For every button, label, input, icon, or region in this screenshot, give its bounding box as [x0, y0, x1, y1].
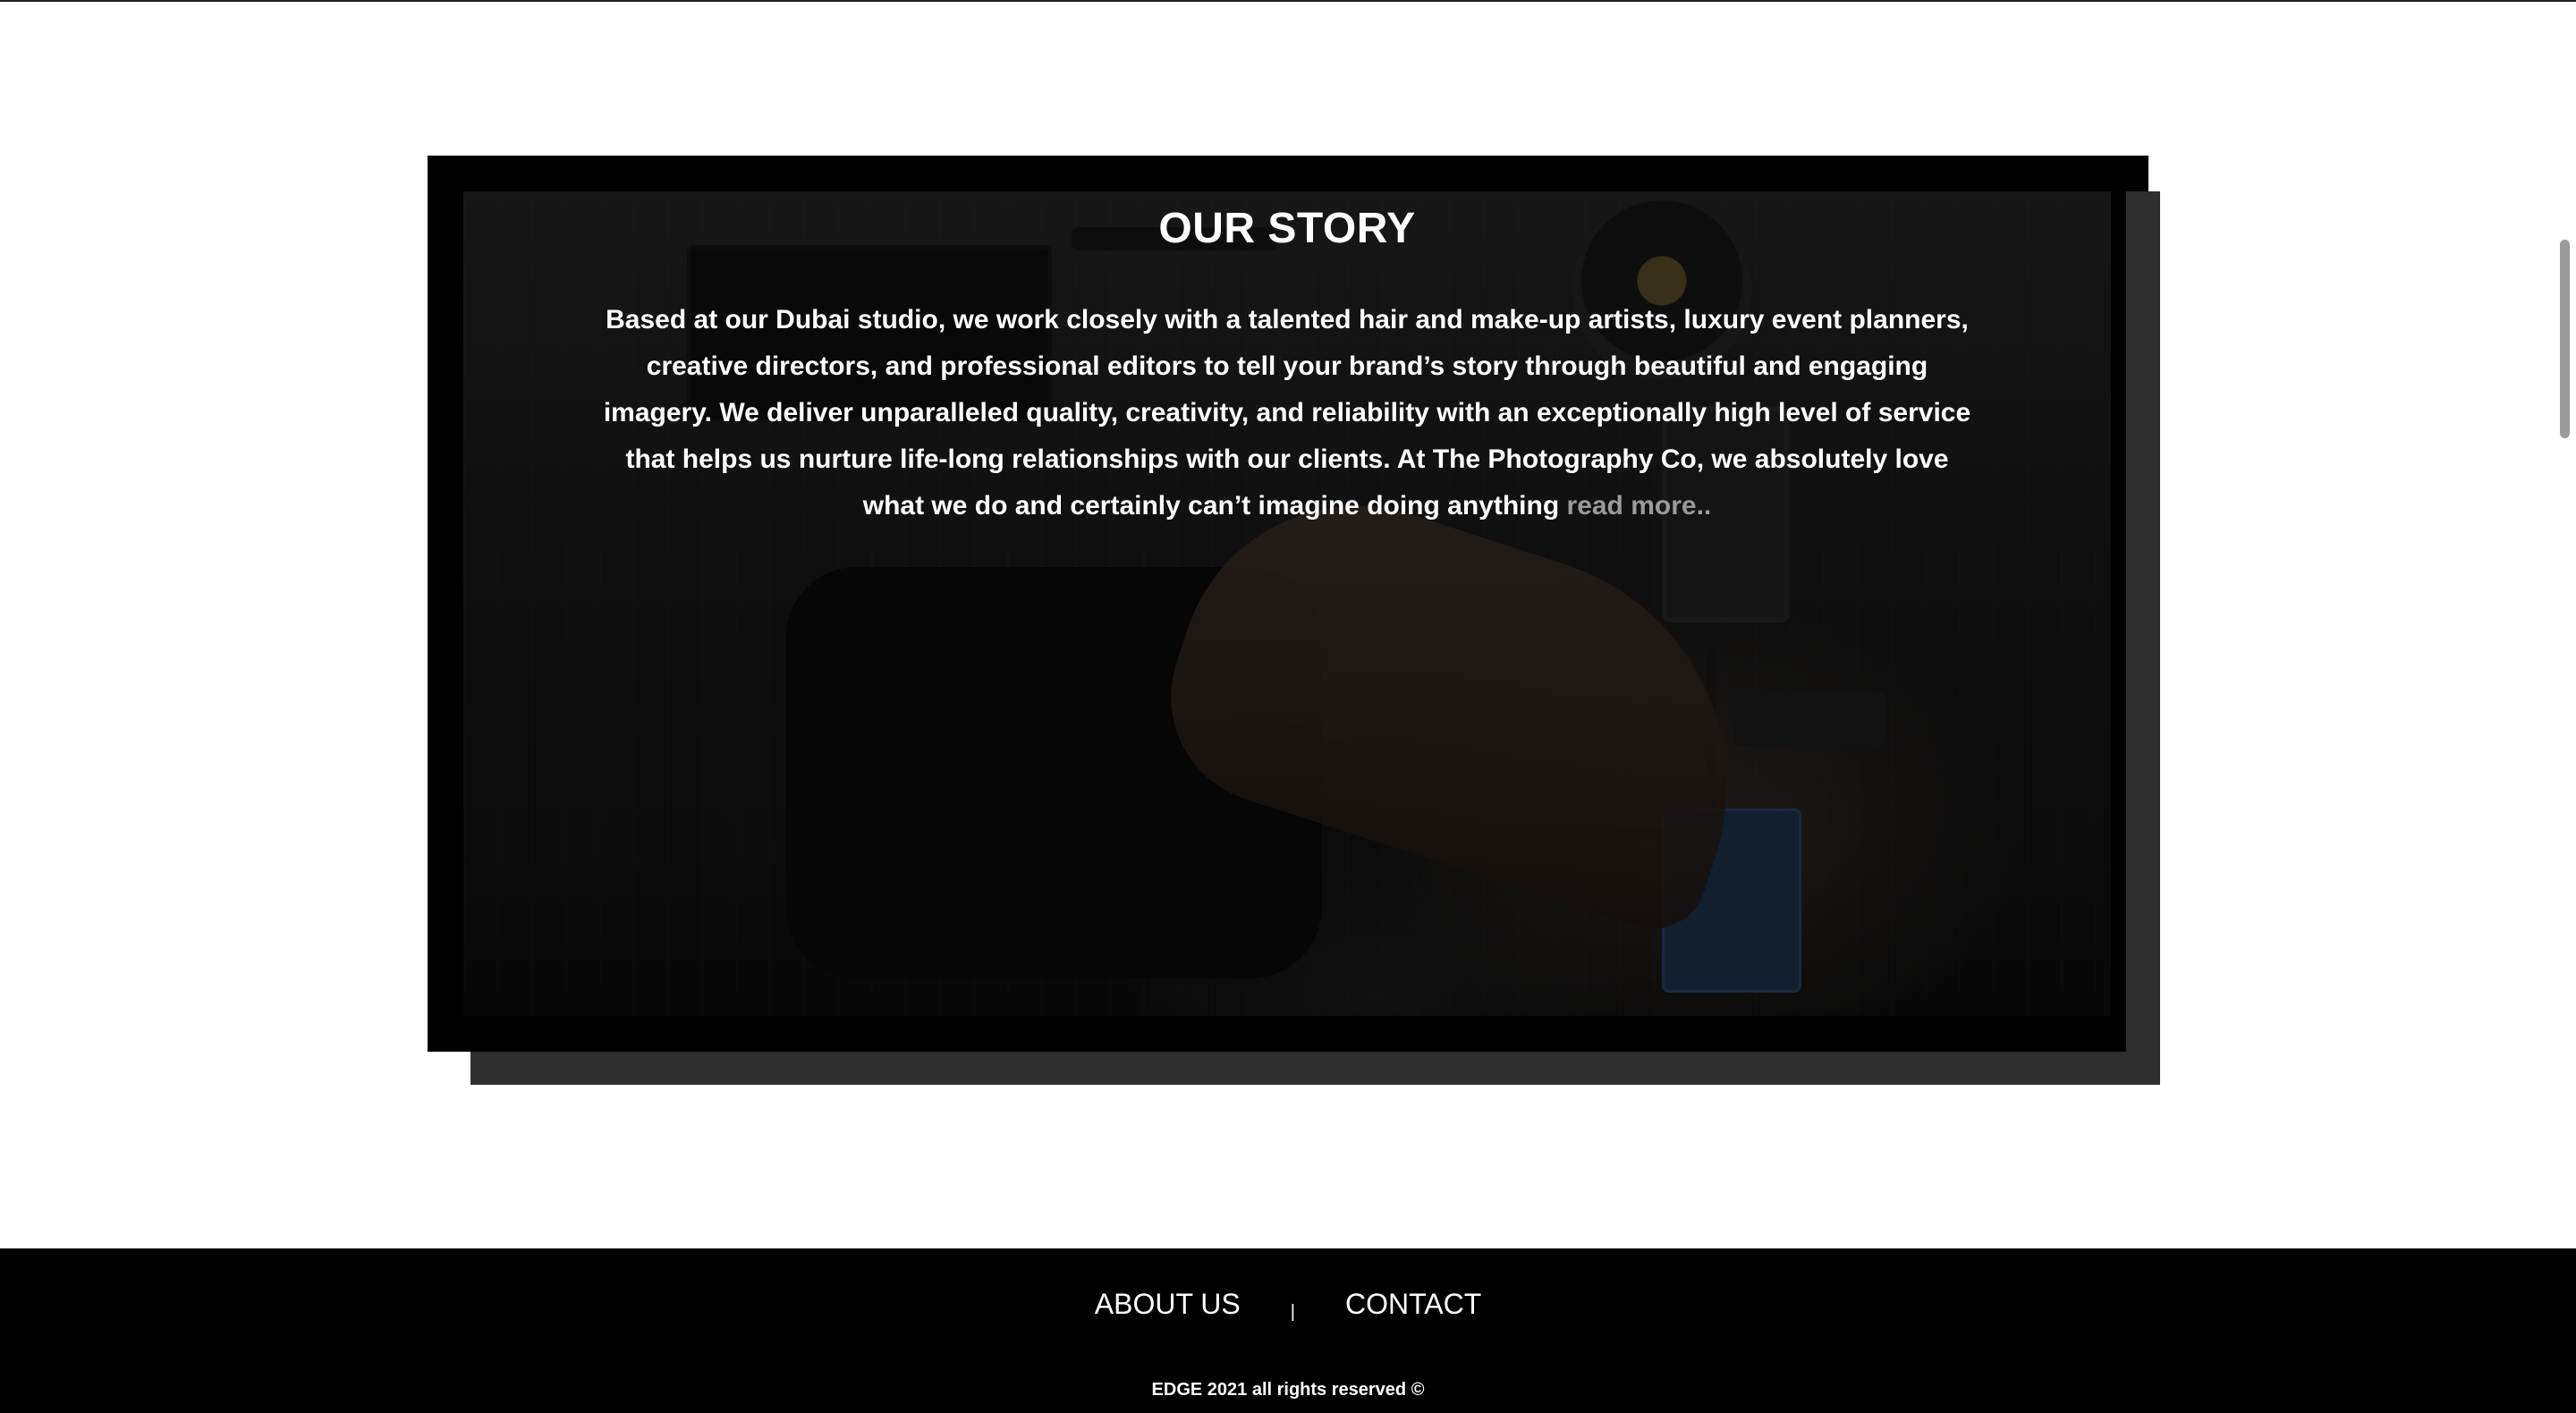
footer-nav: ABOUT US | CONTACT — [0, 1286, 2576, 1330]
story-body-text: Based at our Dubai studio, we work close… — [603, 305, 1971, 520]
story-content: OUR STORY Based at our Dubai studio, we … — [463, 191, 2111, 529]
footer-copyright: EDGE 2021 all rights reserved © — [1151, 1380, 1425, 1400]
read-more-link[interactable]: read more.. — [1567, 491, 1712, 520]
footer-nav-separator: | — [1290, 1302, 1295, 1322]
story-background-photo: OUR STORY Based at our Dubai studio, we … — [463, 191, 2111, 1016]
top-divider — [0, 0, 2576, 2]
page-scrollbar-thumb[interactable] — [2560, 240, 2570, 438]
footer-link-contact[interactable]: CONTACT — [1345, 1288, 1481, 1320]
story-card-frame-top — [428, 156, 2148, 191]
story-paragraph: Based at our Dubai studio, we work close… — [598, 297, 1976, 529]
footer-link-about-us[interactable]: ABOUT US — [1095, 1288, 1241, 1320]
site-footer: ABOUT US | CONTACT EDGE 2021 all rights re… — [0, 1248, 2576, 1413]
story-title: OUR STORY — [1158, 205, 1416, 252]
